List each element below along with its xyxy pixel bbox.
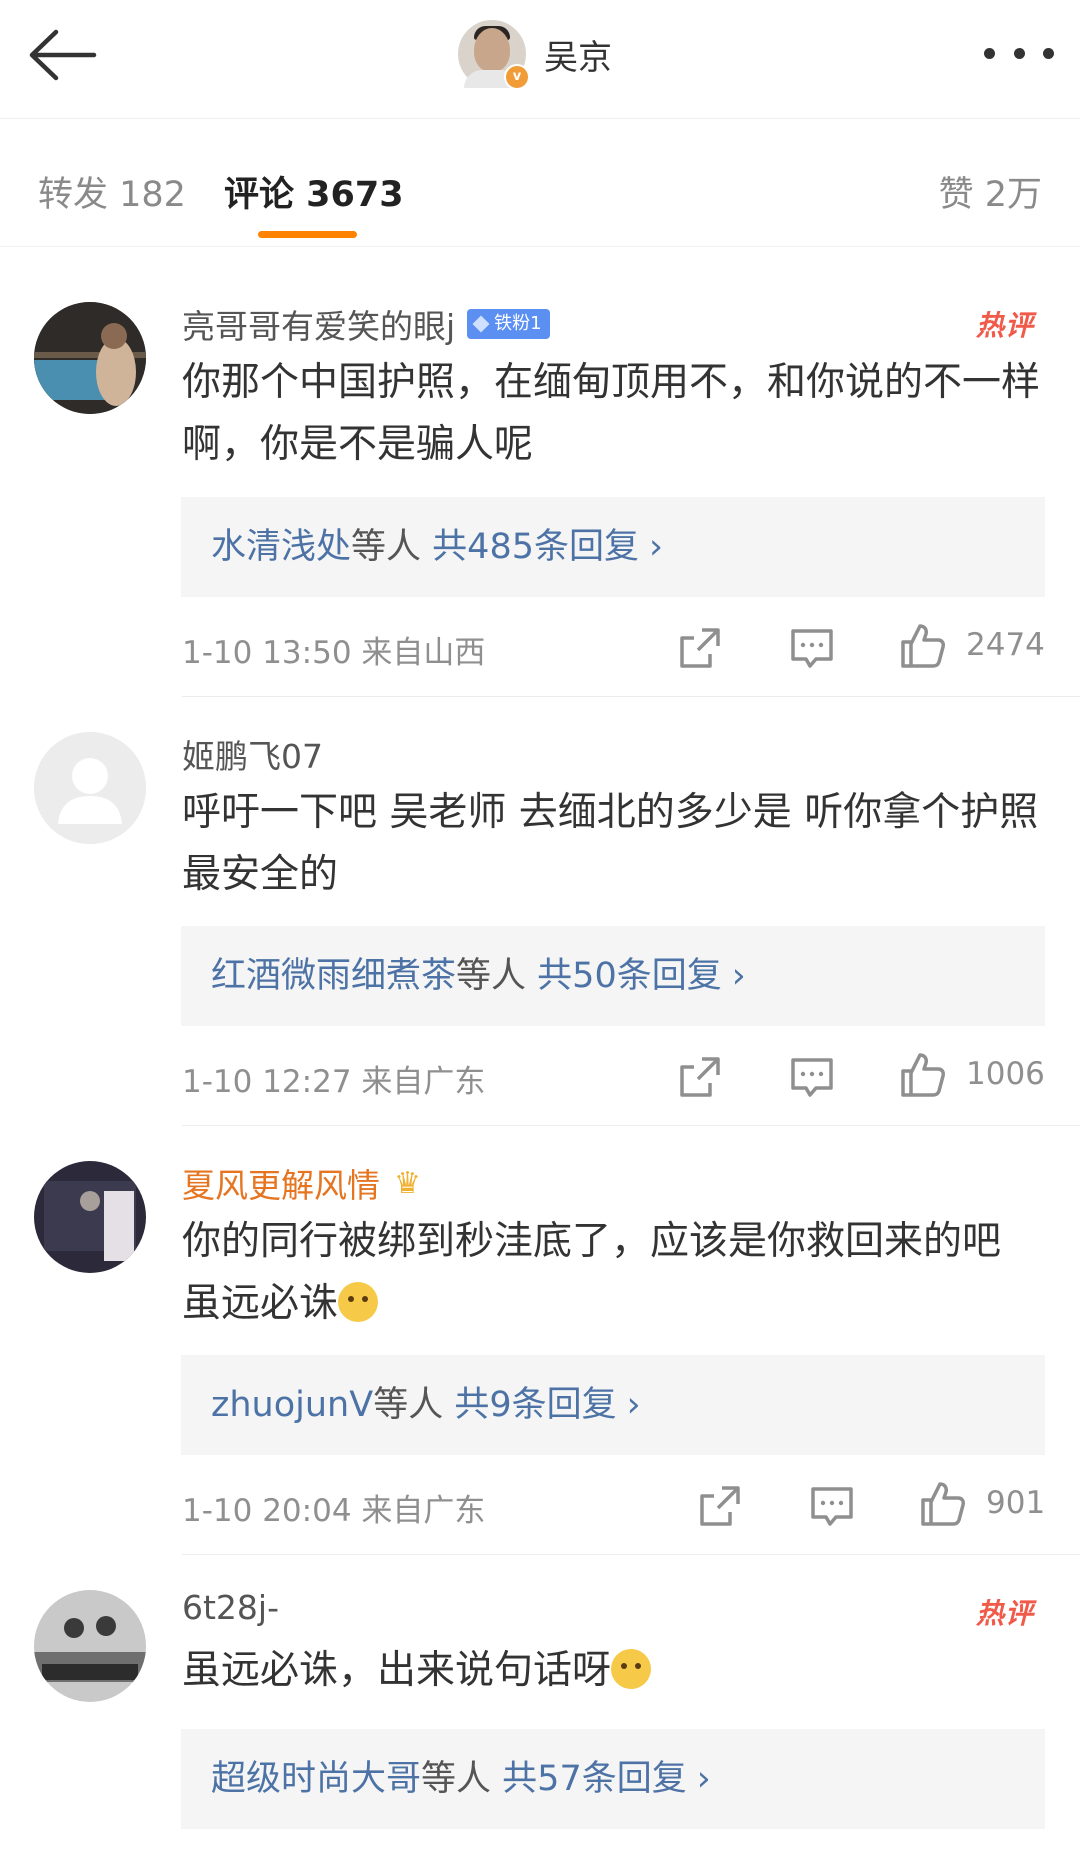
fan-badge: 铁粉1 bbox=[467, 309, 550, 339]
like-icon[interactable] bbox=[918, 1480, 966, 1528]
username-text: 姬鹏飞07 bbox=[182, 737, 323, 776]
comment-meta: 1-10 12:27 来自广东 bbox=[182, 1056, 485, 1101]
reply-summary[interactable]: 超级时尚大哥等人 共57条回复 › bbox=[181, 1729, 1045, 1829]
crown-icon: ♛ bbox=[394, 1165, 421, 1201]
chevron-right-icon: › bbox=[626, 1385, 641, 1425]
tab-repost[interactable]: 转发 182 bbox=[38, 166, 186, 217]
comment-text[interactable]: 你的同行被绑到秒洼底了，应该是你救回来的吧 虽远必诛 bbox=[182, 1211, 1042, 1335]
like-count: 2474 bbox=[966, 627, 1045, 663]
location: 来自广东 bbox=[361, 1064, 486, 1100]
avatar[interactable] bbox=[34, 732, 146, 844]
chevron-right-icon: › bbox=[648, 527, 663, 567]
location: 来自山西 bbox=[361, 635, 486, 671]
username[interactable]: 亮哥哥有爱笑的眼j 铁粉1 bbox=[182, 300, 550, 348]
emoji-icon bbox=[338, 1282, 379, 1322]
like-count: 1006 bbox=[966, 1056, 1045, 1092]
comment-meta: 1-10 20:04 来自广东 bbox=[182, 1485, 485, 1530]
username-text: 夏风更解风情 bbox=[182, 1166, 380, 1205]
like-icon[interactable] bbox=[898, 622, 946, 670]
page-title: 吴京 bbox=[544, 37, 612, 78]
comment-icon[interactable] bbox=[808, 1482, 856, 1530]
avatar[interactable] bbox=[34, 302, 146, 414]
comment-meta: 1-10 13:50 来自山西 bbox=[182, 627, 485, 672]
timestamp: 1-10 12:27 bbox=[182, 1064, 352, 1100]
share-icon[interactable] bbox=[676, 624, 724, 672]
tab-bar: 转发 182 评论 3673 赞 2万 bbox=[0, 118, 1080, 247]
back-button[interactable] bbox=[22, 20, 102, 90]
chevron-right-icon: › bbox=[696, 1759, 711, 1799]
more-icon[interactable] bbox=[984, 38, 1054, 68]
divider bbox=[182, 696, 1080, 697]
comment-text[interactable]: 你那个中国护照，在缅甸顶用不，和你说的不一样啊，你是不是骗人呢 bbox=[182, 352, 1042, 476]
emoji-icon bbox=[611, 1649, 652, 1689]
reply-summary[interactable]: 红酒微雨细煮茶等人 共50条回复 › bbox=[181, 926, 1045, 1026]
divider bbox=[182, 1125, 1080, 1126]
avatar[interactable] bbox=[34, 1161, 146, 1273]
chevron-right-icon: › bbox=[731, 956, 746, 996]
tab-like[interactable]: 赞 2万 bbox=[939, 166, 1042, 217]
hot-comment-tag: 热评 bbox=[975, 1597, 1034, 1630]
timestamp: 1-10 20:04 bbox=[182, 1493, 352, 1529]
comment-icon[interactable] bbox=[788, 1053, 836, 1101]
comment-icon[interactable] bbox=[788, 624, 836, 672]
diamond-icon bbox=[472, 315, 490, 333]
top-bar: v 吴京 bbox=[0, 0, 1080, 119]
username[interactable]: 姬鹏飞07 bbox=[182, 730, 323, 778]
username-text: 亮哥哥有爱笑的眼j bbox=[182, 307, 456, 346]
profile-header[interactable]: v 吴京 bbox=[458, 18, 612, 90]
username-text: 6t28j- bbox=[182, 1588, 280, 1627]
avatar[interactable] bbox=[34, 1590, 146, 1702]
hot-comment-tag: 热评 bbox=[975, 309, 1034, 342]
like-count: 901 bbox=[986, 1485, 1046, 1521]
comment-text[interactable]: 虽远必诛，出来说句话呀 bbox=[182, 1640, 1042, 1702]
back-arrow-icon bbox=[29, 29, 97, 81]
share-icon[interactable] bbox=[676, 1053, 724, 1101]
reply-summary[interactable]: zhuojunV等人 共9条回复 › bbox=[181, 1355, 1045, 1455]
username[interactable]: 6t28j- bbox=[182, 1588, 279, 1627]
active-tab-indicator bbox=[258, 231, 357, 238]
tab-comment[interactable]: 评论 3673 bbox=[224, 166, 404, 217]
location: 来自广东 bbox=[361, 1493, 486, 1529]
timestamp: 1-10 13:50 bbox=[182, 635, 352, 671]
divider bbox=[182, 1554, 1080, 1555]
username[interactable]: 夏风更解风情 ♛ bbox=[182, 1159, 421, 1207]
like-icon[interactable] bbox=[898, 1051, 946, 1099]
comment-text[interactable]: 呼吁一下吧 吴老师 去缅北的多少是 听你拿个护照最安全的 bbox=[182, 782, 1042, 906]
reply-summary[interactable]: 水清浅处等人 共485条回复 › bbox=[181, 497, 1045, 597]
avatar[interactable]: v bbox=[458, 20, 530, 90]
share-icon[interactable] bbox=[696, 1482, 744, 1530]
verified-badge-icon: v bbox=[504, 64, 530, 90]
